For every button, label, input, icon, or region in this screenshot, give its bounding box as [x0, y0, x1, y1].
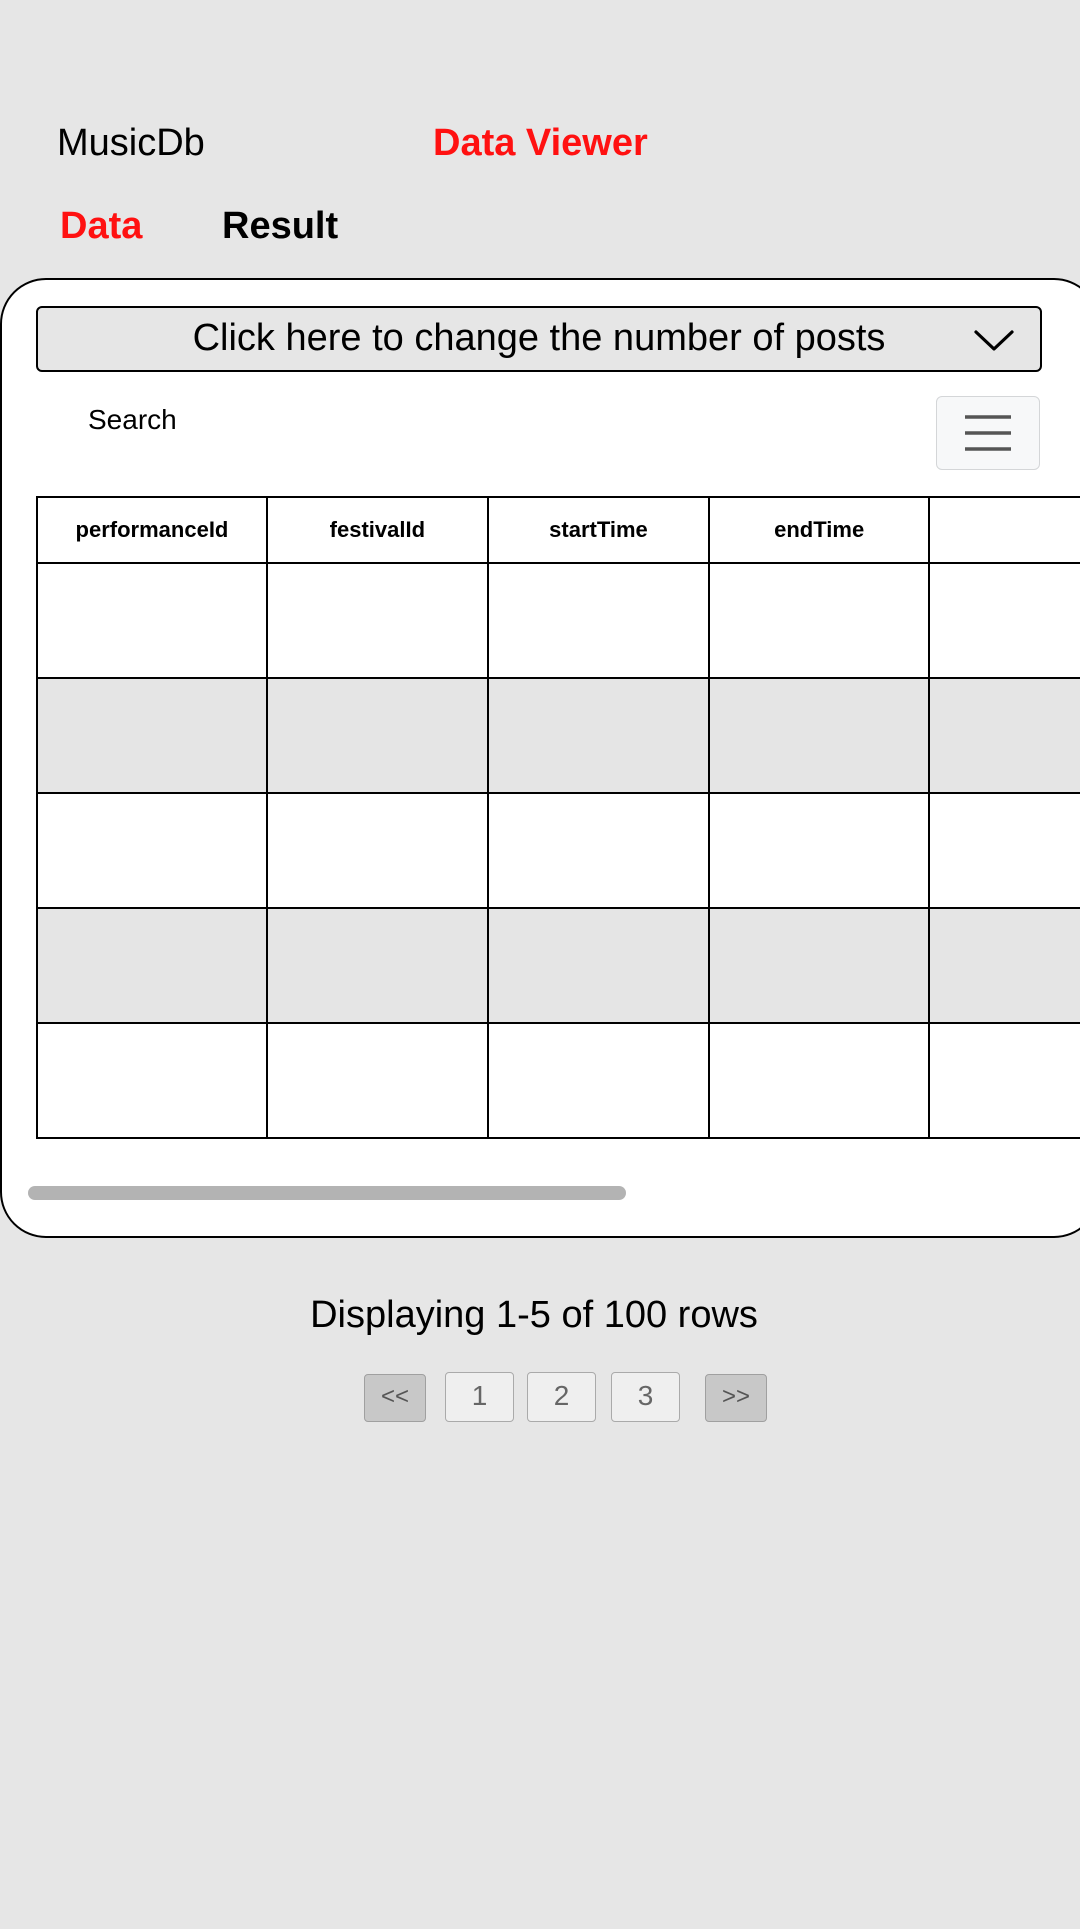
column-menu-button[interactable] [936, 396, 1040, 470]
table-row[interactable] [36, 907, 1080, 1024]
table-cell [265, 907, 489, 1024]
page-3-button[interactable]: 3 [611, 1372, 680, 1422]
table-cell [708, 792, 931, 909]
data-table-container: performanceId festivalId startTime endTi… [36, 496, 1080, 1139]
table-cell [928, 677, 1080, 794]
table-cell [928, 1022, 1080, 1139]
table-cell [708, 1022, 931, 1139]
table-cell [486, 562, 711, 679]
dropdown-label: Click here to change the number of posts [192, 317, 886, 359]
table-cell [265, 1022, 489, 1139]
table-cell [708, 677, 931, 794]
column-header-performanceid[interactable]: performanceId [36, 496, 268, 564]
tab-result[interactable]: Result [222, 207, 338, 245]
table-row[interactable] [36, 677, 1080, 794]
table-cell [708, 907, 931, 1024]
table-cell [486, 907, 711, 1024]
table-cell [928, 792, 1080, 909]
data-table: performanceId festivalId startTime endTi… [36, 496, 1080, 1139]
table-cell [265, 562, 489, 679]
table-cell [265, 677, 489, 794]
horizontal-scrollbar[interactable] [28, 1186, 1068, 1200]
table-row[interactable] [36, 1022, 1080, 1139]
table-cell [36, 1022, 268, 1139]
posts-per-page-dropdown[interactable]: Click here to change the number of posts [36, 306, 1042, 372]
column-header-starttime[interactable]: startTime [486, 496, 711, 564]
column-header-5[interactable] [928, 496, 1080, 564]
chevron-down-icon [974, 330, 1014, 351]
table-header-row: performanceId festivalId startTime endTi… [36, 496, 1080, 564]
table-cell [928, 562, 1080, 679]
tab-data[interactable]: Data [60, 207, 142, 245]
page-title: Data Viewer [433, 122, 648, 164]
app-title: MusicDb [57, 122, 205, 164]
search-label: Search [88, 404, 177, 435]
table-row[interactable] [36, 792, 1080, 909]
table-cell [36, 792, 268, 909]
last-page-button[interactable]: >> [705, 1374, 767, 1422]
table-cell [928, 907, 1080, 1024]
hamburger-menu-icon [965, 415, 1011, 451]
table-cell [708, 562, 931, 679]
table-cell [36, 677, 268, 794]
page-2-button[interactable]: 2 [527, 1372, 596, 1422]
column-header-endtime[interactable]: endTime [708, 496, 931, 564]
table-cell [36, 562, 268, 679]
scrollbar-thumb[interactable] [28, 1186, 626, 1200]
table-cell [36, 907, 268, 1024]
table-cell [486, 792, 711, 909]
table-cell [486, 677, 711, 794]
data-panel: Click here to change the number of posts… [0, 278, 1080, 1238]
table-row[interactable] [36, 562, 1080, 679]
table-cell [486, 1022, 711, 1139]
row-count-status: Displaying 1-5 of 100 rows [310, 1294, 758, 1336]
first-page-button[interactable]: << [364, 1374, 426, 1422]
column-header-festivalid[interactable]: festivalId [265, 496, 489, 564]
page-1-button[interactable]: 1 [445, 1372, 514, 1422]
table-cell [265, 792, 489, 909]
